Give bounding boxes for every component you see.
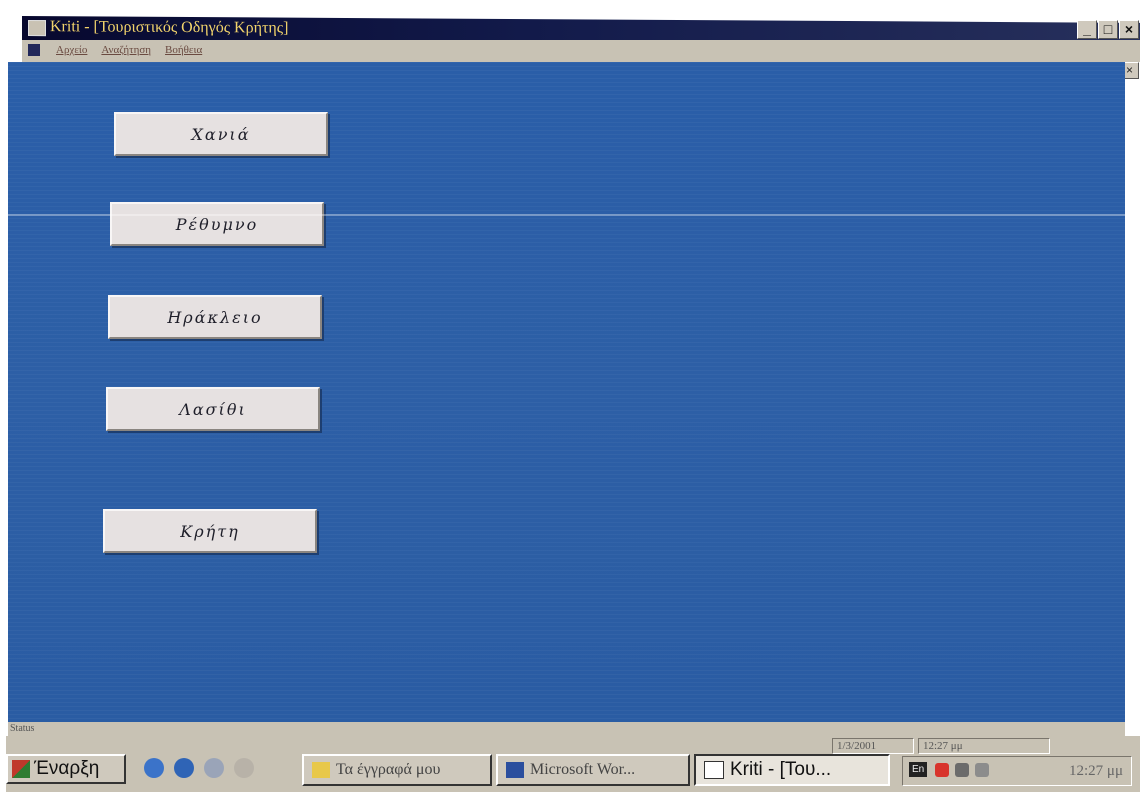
scheduler-icon[interactable] bbox=[955, 763, 969, 777]
app-icon[interactable] bbox=[28, 20, 46, 37]
minimize-button[interactable]: _ bbox=[1077, 20, 1097, 39]
window-controls: _ □ × bbox=[1077, 20, 1139, 39]
volume-icon[interactable] bbox=[975, 763, 989, 777]
menu-file[interactable]: Αρχείο bbox=[56, 44, 87, 56]
status-text: Status bbox=[10, 723, 35, 734]
taskbar: 1/3/2001 12:27 μμ Έναρξη Τα έγγραφά μου … bbox=[6, 736, 1140, 792]
close-button[interactable]: × bbox=[1119, 20, 1139, 39]
client-area: Χανιά Ρέθυμνο Ηράκλειο Λασίθι Κρήτη bbox=[8, 62, 1125, 722]
task-label: Microsoft Wor... bbox=[530, 761, 636, 778]
window-title: Kriti - [Τουριστικός Οδηγός Κρήτης] bbox=[50, 18, 289, 37]
maximize-button[interactable]: □ bbox=[1098, 20, 1118, 39]
lasithi-button[interactable]: Λασίθι bbox=[106, 387, 320, 431]
taskbar-item-word[interactable]: Microsoft Wor... bbox=[496, 754, 690, 786]
status-date: 1/3/2001 bbox=[832, 738, 914, 754]
clock[interactable]: 12:27 μμ bbox=[1069, 763, 1123, 780]
mail-icon[interactable] bbox=[204, 758, 224, 778]
menu-help[interactable]: Βοήθεια bbox=[165, 44, 202, 56]
word-icon bbox=[506, 762, 524, 778]
folder-icon bbox=[312, 762, 330, 778]
channels-icon[interactable] bbox=[234, 758, 254, 778]
chania-button[interactable]: Χανιά bbox=[114, 112, 328, 156]
heraklion-button[interactable]: Ηράκλειο bbox=[108, 295, 322, 339]
rethymno-button[interactable]: Ρέθυμνο bbox=[110, 202, 324, 246]
status-time: 12:27 μμ bbox=[918, 738, 1050, 754]
start-button[interactable]: Έναρξη bbox=[6, 754, 126, 784]
menu-search[interactable]: Αναζήτηση bbox=[101, 44, 151, 56]
task-label: Kriti - [Του... bbox=[730, 759, 832, 780]
windows-logo-icon bbox=[12, 760, 30, 778]
taskbar-item-kriti[interactable]: Kriti - [Του... bbox=[694, 754, 890, 786]
status-bar: Status bbox=[8, 722, 1125, 736]
browser-icon[interactable] bbox=[174, 758, 194, 778]
window-icon bbox=[704, 761, 724, 779]
menu-bar: Αρχείο Αναζήτηση Βοήθεια bbox=[22, 40, 1140, 62]
desktop-icon[interactable] bbox=[144, 758, 164, 778]
system-tray: En 12:27 μμ bbox=[902, 756, 1132, 786]
taskbar-item-my-documents[interactable]: Τα έγγραφά μου bbox=[302, 754, 492, 786]
language-indicator[interactable]: En bbox=[909, 762, 928, 777]
network-icon[interactable] bbox=[935, 763, 949, 777]
document-icon[interactable] bbox=[28, 44, 40, 56]
start-label: Έναρξη bbox=[34, 758, 100, 779]
crete-button[interactable]: Κρήτη bbox=[103, 509, 317, 553]
task-label: Τα έγγραφά μου bbox=[336, 761, 441, 778]
quick-launch bbox=[144, 758, 254, 778]
